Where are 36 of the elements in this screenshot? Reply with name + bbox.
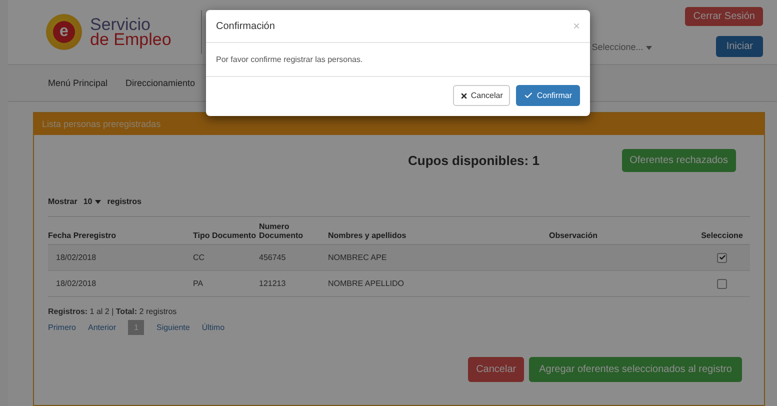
page-link[interactable]: Último	[202, 323, 225, 332]
table-cell: NOMBREC APE	[328, 245, 549, 271]
role-select[interactable]: Seleccione...	[592, 42, 652, 52]
logo-mark: e	[53, 21, 75, 43]
length-select[interactable]: 10	[83, 197, 102, 206]
nav-item[interactable]: Menú Principal	[48, 78, 108, 88]
dialog-cancel-button[interactable]: Cancelar	[452, 85, 510, 106]
length-label: registros	[107, 197, 142, 206]
nav-item[interactable]: Direccionamiento	[126, 78, 196, 88]
close-icon	[460, 92, 468, 100]
check-icon	[524, 91, 533, 100]
dialog-title: Confirmación	[216, 20, 275, 32]
caret-icon	[646, 46, 652, 50]
page-link[interactable]: Anterior	[88, 323, 116, 332]
records-summary: Registros: 1 al 2 | Total: 2 registros	[48, 307, 178, 316]
table-cell: 18/02/2018	[48, 245, 193, 271]
cancel-button[interactable]: Cancelar	[468, 357, 524, 382]
quota-text: Cupos disponibles: 1	[408, 152, 540, 168]
length-label: Mostrar	[48, 197, 78, 206]
logo-text: Servicio	[90, 17, 150, 32]
login-button[interactable]: Iniciar	[716, 36, 763, 57]
panel-title: Lista personas preregistradas	[34, 113, 764, 135]
caret-icon	[95, 200, 102, 204]
table-cell: 456745	[259, 245, 328, 271]
confirm-button[interactable]: Confirmar	[516, 85, 580, 106]
page-link[interactable]: Primero	[48, 323, 76, 332]
dialog-message: Por favor confirme registrar las personas.	[216, 55, 363, 64]
close-button[interactable]: ×	[572, 19, 580, 33]
row-checkbox[interactable]	[717, 252, 727, 262]
add-button[interactable]: Agregar oferentes seleccionados al registro	[529, 357, 742, 382]
row-checkbox[interactable]	[717, 278, 727, 288]
rejected-button[interactable]: Oferentes rechazados	[622, 148, 736, 172]
page-link[interactable]: Siguiente	[156, 323, 190, 332]
table-cell: CC	[193, 245, 259, 271]
logout-button[interactable]: Cerrar Sesión	[685, 7, 763, 26]
logo-text: de Empleo	[90, 32, 172, 47]
